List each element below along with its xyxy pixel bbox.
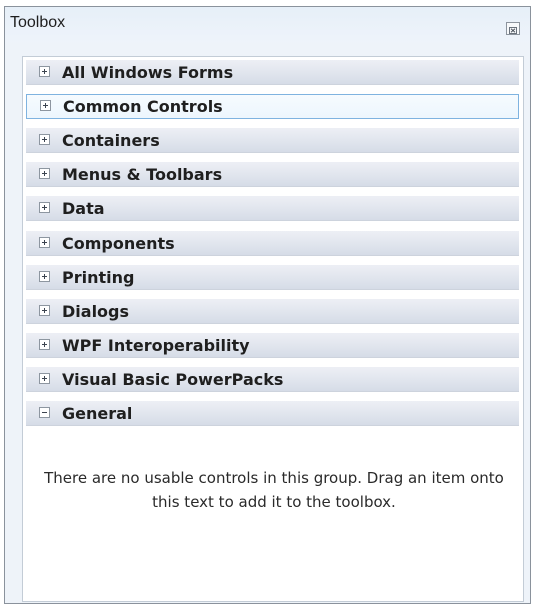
toolbox-group-visual-basic-powerpacks[interactable]: Visual Basic PowerPacks	[26, 367, 519, 392]
toolbox-group-label: Containers	[62, 131, 160, 150]
empty-group-message[interactable]: There are no usable controls in this gro…	[33, 466, 515, 514]
expand-icon[interactable]	[39, 305, 50, 316]
toolbox-group-general[interactable]: General	[26, 401, 519, 426]
toolbox-group-label: WPF Interoperability	[62, 336, 250, 355]
close-button[interactable]	[506, 22, 520, 35]
toolbox-group-label: Components	[62, 234, 175, 253]
expand-icon[interactable]	[39, 237, 50, 248]
toolbox-panel: There are no usable controls in this gro…	[22, 56, 524, 602]
expand-icon[interactable]	[39, 271, 50, 282]
toolbox-group-wpf-interoperability[interactable]: WPF Interoperability	[26, 333, 519, 358]
toolbox-group-dialogs[interactable]: Dialogs	[26, 299, 519, 324]
toolbox-group-menus-toolbars[interactable]: Menus & Toolbars	[26, 162, 519, 187]
window-title: Toolbox	[10, 14, 66, 31]
expand-icon[interactable]	[39, 66, 50, 77]
expand-icon[interactable]	[39, 134, 50, 145]
toolbox-group-printing[interactable]: Printing	[26, 265, 519, 290]
expand-icon[interactable]	[39, 202, 50, 213]
expand-icon[interactable]	[39, 168, 50, 179]
toolbox-group-label: Printing	[62, 268, 135, 287]
toolbox-group-label: Menus & Toolbars	[62, 165, 223, 184]
toolbox-group-components[interactable]: Components	[26, 231, 519, 256]
toolbox-group-containers[interactable]: Containers	[26, 128, 519, 153]
toolbox-group-label: Common Controls	[63, 97, 223, 116]
toolbox-group-all-windows-forms[interactable]: All Windows Forms	[26, 60, 519, 85]
expand-icon[interactable]	[40, 100, 51, 111]
toolbox-group-label: Dialogs	[62, 302, 130, 321]
toolbox-window: Toolbox There are no usable controls in …	[4, 6, 531, 604]
toolbox-group-label: Visual Basic PowerPacks	[62, 370, 284, 389]
toolbox-group-common-controls[interactable]: Common Controls	[26, 94, 519, 119]
toolbox-group-label: General	[62, 404, 133, 423]
collapse-icon[interactable]	[39, 407, 50, 418]
expand-icon[interactable]	[39, 339, 50, 350]
expand-icon[interactable]	[39, 373, 50, 384]
toolbox-group-label: Data	[62, 199, 105, 218]
close-icon	[509, 19, 517, 38]
toolbox-titlebar[interactable]: Toolbox	[5, 7, 530, 43]
toolbox-group-data[interactable]: Data	[26, 196, 519, 221]
toolbox-group-label: All Windows Forms	[62, 63, 234, 82]
